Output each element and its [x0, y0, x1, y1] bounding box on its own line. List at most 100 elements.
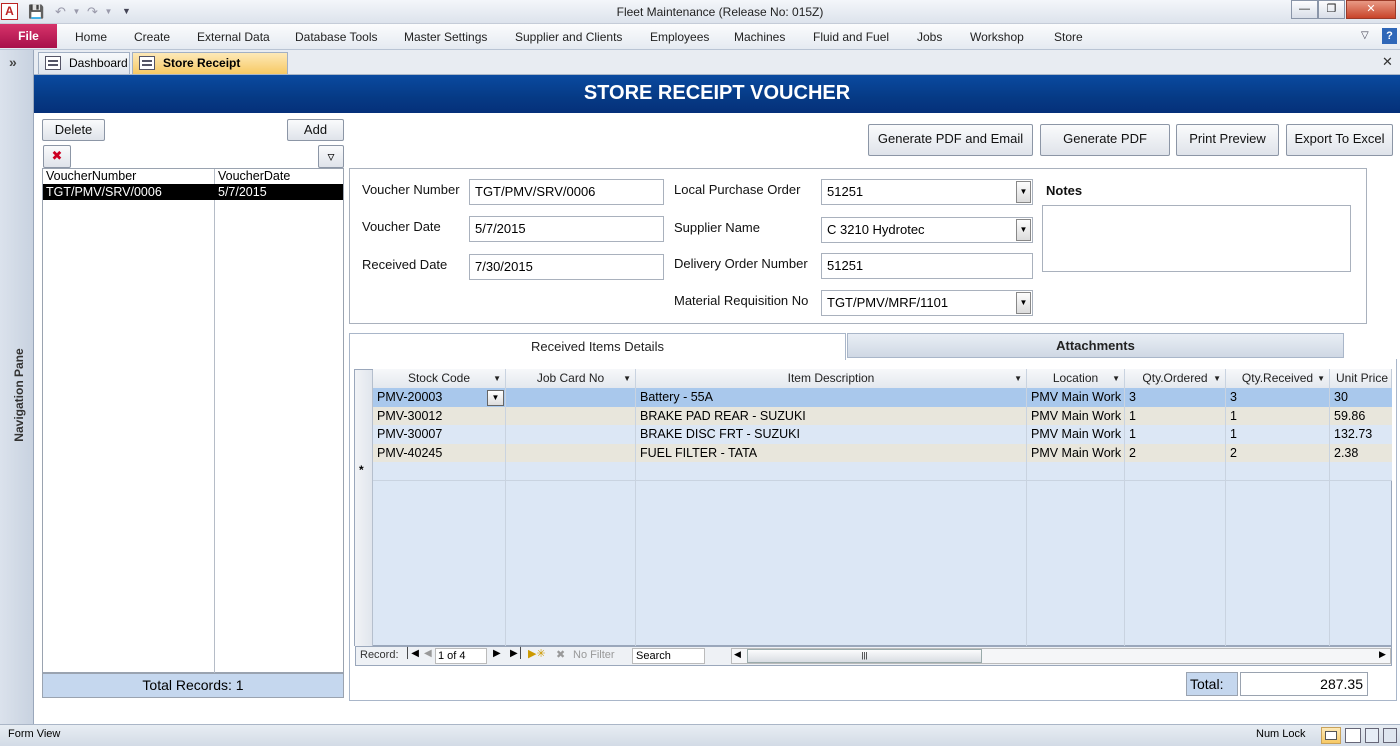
notes-field[interactable]: [1042, 205, 1351, 272]
current-record-field[interactable]: 1 of 4: [435, 648, 487, 664]
restore-button[interactable]: ❐: [1318, 0, 1345, 19]
cell-desc[interactable]: Battery - 55A: [636, 388, 1024, 407]
cell-loc[interactable]: PMV Main Work: [1027, 388, 1122, 407]
sort-arrow-icon[interactable]: ▼: [1317, 369, 1325, 388]
doc-tab-dashboard[interactable]: Dashboard: [38, 52, 130, 74]
add-button[interactable]: Add: [287, 119, 344, 141]
scrollbar-thumb[interactable]: |||: [747, 649, 982, 663]
column-header-stock-code[interactable]: Stock Code ▼: [373, 369, 506, 388]
tab-external-data[interactable]: External Data: [197, 30, 270, 44]
export-to-excel-button[interactable]: Export To Excel: [1286, 124, 1393, 156]
design-view-icon[interactable]: [1383, 728, 1397, 743]
datasheet-view-icon[interactable]: [1345, 728, 1361, 743]
cell-stock[interactable]: PMV-30007: [373, 425, 503, 444]
cell-ordered[interactable]: 2: [1125, 444, 1223, 463]
tab-jobs[interactable]: Jobs: [917, 30, 942, 44]
tab-workshop[interactable]: Workshop: [970, 30, 1024, 44]
close-window-button[interactable]: ✕: [1346, 0, 1396, 19]
cell-desc[interactable]: FUEL FILTER - TATA: [636, 444, 1024, 463]
chevron-down-icon[interactable]: ▼: [1016, 181, 1031, 203]
search-input[interactable]: Search: [632, 648, 705, 664]
cell-price[interactable]: 2.38: [1330, 444, 1392, 463]
generate-pdf-button[interactable]: Generate PDF: [1040, 124, 1170, 156]
scroll-left-icon[interactable]: ◀: [734, 649, 741, 660]
chevron-down-icon[interactable]: ▼: [1016, 219, 1031, 241]
received-date-field[interactable]: 7/30/2015: [469, 254, 664, 280]
tab-supplier-and-clients[interactable]: Supplier and Clients: [515, 30, 622, 44]
file-tab[interactable]: File: [0, 24, 57, 48]
table-row[interactable]: PMV-20003 Battery - 55A PMV Main Work 3 3 30: [373, 388, 1392, 407]
table-row[interactable]: PMV-30007 BRAKE DISC FRT - SUZUKI PMV Main…: [373, 425, 1392, 445]
filter-icon[interactable]: ▿: [318, 145, 344, 168]
tab-attachments[interactable]: Attachments: [847, 333, 1344, 358]
cell-desc[interactable]: BRAKE DISC FRT - SUZUKI: [636, 425, 1024, 444]
tab-master-settings[interactable]: Master Settings: [404, 30, 487, 44]
tab-database-tools[interactable]: Database Tools: [295, 30, 378, 44]
cell-loc[interactable]: PMV Main Work: [1027, 444, 1122, 463]
minimize-button[interactable]: —: [1291, 0, 1318, 19]
cell-price[interactable]: 132.73: [1330, 425, 1392, 444]
cell-desc[interactable]: BRAKE PAD REAR - SUZUKI: [636, 407, 1024, 426]
delete-button[interactable]: Delete: [42, 119, 105, 141]
expand-nav-pane-icon[interactable]: »: [9, 54, 17, 70]
cell-received[interactable]: 1: [1226, 407, 1327, 426]
tab-home[interactable]: Home: [75, 30, 107, 44]
new-record-row[interactable]: [373, 462, 1392, 482]
voucher-list[interactable]: [42, 168, 344, 673]
cell-received[interactable]: 2: [1226, 444, 1327, 463]
scroll-right-icon[interactable]: ▶: [1379, 649, 1386, 660]
generate-pdf-and-email-button[interactable]: Generate PDF and Email: [868, 124, 1033, 156]
cell-stock[interactable]: PMV-40245: [373, 444, 503, 463]
cell-ordered[interactable]: 1: [1125, 407, 1223, 426]
cell-loc[interactable]: PMV Main Work: [1027, 425, 1122, 444]
last-record-icon[interactable]: ▶│: [510, 648, 524, 659]
cell-price[interactable]: 59.86: [1330, 407, 1392, 426]
voucher-date-field[interactable]: 5/7/2015: [469, 216, 664, 242]
chevron-down-icon[interactable]: ▼: [1016, 292, 1031, 314]
local-purchase-order-combo[interactable]: 51251 ▼: [821, 179, 1033, 205]
print-preview-button[interactable]: Print Preview: [1176, 124, 1279, 156]
cell-received[interactable]: 1: [1226, 425, 1327, 444]
table-row[interactable]: PMV-40245 FUEL FILTER - TATA PMV Main Work…: [373, 443, 1392, 463]
record-selector-column[interactable]: [355, 370, 373, 646]
doc-tab-store-receipt-voucher[interactable]: Store Receipt Voucher: [132, 52, 288, 90]
ribbon-expand-icon[interactable]: ▽: [1361, 30, 1369, 41]
cell-stock[interactable]: PMV-30012: [373, 407, 503, 426]
tab-employees[interactable]: Employees: [650, 30, 709, 44]
first-record-icon[interactable]: │◀: [405, 648, 419, 659]
layout-view-icon[interactable]: [1365, 728, 1379, 743]
table-row[interactable]: PMV-30012 BRAKE PAD REAR - SUZUKI PMV Main…: [373, 406, 1392, 426]
no-filter-icon[interactable]: ✖: [556, 648, 565, 661]
column-header-location[interactable]: Location ▼: [1027, 369, 1125, 388]
next-record-icon[interactable]: ▶: [493, 648, 501, 659]
sort-arrow-icon[interactable]: ▼: [1014, 369, 1022, 388]
no-filter-label[interactable]: No Filter: [573, 649, 615, 661]
sort-arrow-icon[interactable]: ▼: [493, 369, 501, 388]
sort-arrow-icon[interactable]: ▼: [1213, 369, 1221, 388]
tab-store[interactable]: Store: [1054, 30, 1083, 44]
help-icon[interactable]: ?: [1382, 28, 1397, 44]
tab-create[interactable]: Create: [134, 30, 170, 44]
cell-loc[interactable]: PMV Main Work: [1027, 407, 1122, 426]
column-header-job-card-no[interactable]: Job Card No ▼: [506, 369, 636, 388]
cell-stock[interactable]: PMV-20003: [373, 388, 503, 407]
close-document-icon[interactable]: ✕: [1382, 54, 1393, 70]
column-header-unit-price[interactable]: Unit Price: [1330, 369, 1392, 388]
clear-filter-icon[interactable]: ✖: [43, 145, 71, 168]
supplier-name-combo[interactable]: C 3210 Hydrotec ▼: [821, 217, 1033, 243]
tab-fluid-and-fuel[interactable]: Fluid and Fuel: [813, 30, 889, 44]
navigation-pane-label[interactable]: Navigation Pane: [12, 340, 26, 450]
tab-machines[interactable]: Machines: [734, 30, 785, 44]
sort-arrow-icon[interactable]: ▼: [1112, 369, 1120, 388]
column-header-item-description[interactable]: Item Description ▼: [636, 369, 1027, 388]
material-requisition-combo[interactable]: TGT/PMV/MRF/1101 ▼: [821, 290, 1033, 316]
voucher-number-field[interactable]: TGT/PMV/SRV/0006: [469, 179, 664, 205]
previous-record-icon[interactable]: ◀: [424, 648, 432, 659]
form-view-icon[interactable]: [1321, 727, 1341, 744]
tab-received-items-details[interactable]: Received Items Details: [349, 333, 846, 360]
delivery-order-number-field[interactable]: 51251: [821, 253, 1033, 279]
sort-arrow-icon[interactable]: ▼: [623, 369, 631, 388]
column-header-qty-received[interactable]: Qty.Received ▼: [1226, 369, 1330, 388]
column-header-qty-ordered[interactable]: Qty.Ordered ▼: [1125, 369, 1226, 388]
cell-ordered[interactable]: 3: [1125, 388, 1223, 407]
